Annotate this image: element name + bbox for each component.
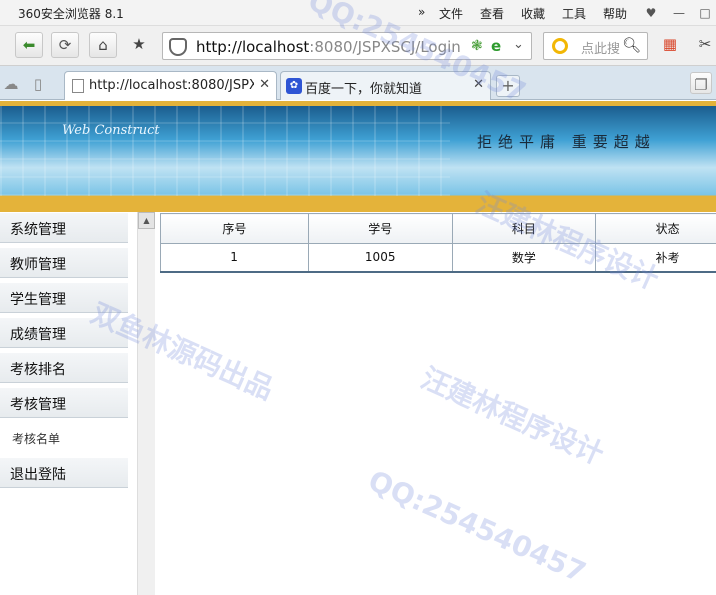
home-icon[interactable]: ⌂ xyxy=(89,32,117,58)
column-header: 序号 xyxy=(160,213,309,244)
tab-localhost[interactable]: http://localhost:8080/JSPXSC ✕ xyxy=(64,71,277,100)
page-icon xyxy=(72,79,84,93)
banner-graphic xyxy=(0,106,450,196)
close-icon[interactable]: ✕ xyxy=(259,77,270,92)
tab-label: 百度一下，你就知道 xyxy=(305,82,423,97)
banner-slogan: 拒绝平庸 重要超越 xyxy=(477,133,656,151)
watermark: 汪建林程序设计 xyxy=(416,361,609,472)
menu-more-icon[interactable]: » xyxy=(418,5,425,19)
cloud-icon[interactable]: ☁ xyxy=(0,72,22,93)
search-icon[interactable]: 🔍︎ xyxy=(622,36,641,54)
scroll-up-icon[interactable]: ▲ xyxy=(138,212,155,229)
sidebar-item-logout[interactable]: 退出登陆 xyxy=(0,457,128,488)
sidebar-item-label: 系统管理 xyxy=(10,222,66,238)
apps-grid-icon[interactable]: ▦ xyxy=(656,32,684,58)
menu-view[interactable]: 查看 xyxy=(480,5,504,22)
tab-baidu[interactable]: ✿ 百度一下，你就知道 ✕ xyxy=(280,71,491,100)
sidebar-item-label: 成绩管理 xyxy=(10,327,66,343)
site-banner: Web Construct 拒绝平庸 重要超越 xyxy=(0,101,716,212)
tab-bar: ☁ ▯ http://localhost:8080/JSPXSC ✕ ✿ 百度一… xyxy=(0,66,716,100)
refresh-icon[interactable]: ⟳ xyxy=(51,32,79,58)
browser-title-bar: 360安全浏览器 8.1 » 文件 查看 收藏 工具 帮助 ♥ — □ xyxy=(0,0,716,26)
sidebar-item-system[interactable]: 系统管理 xyxy=(0,212,128,243)
table-row: 1 1005 数学 补考 xyxy=(160,243,716,273)
tab-list-icon[interactable]: ❐ xyxy=(690,72,712,94)
table-cell: 数学 xyxy=(451,243,597,273)
sidebar-item-assessment[interactable]: 考核管理 xyxy=(0,387,128,418)
sidebar-item-ranking[interactable]: 考核排名 xyxy=(0,352,128,383)
tools-icon[interactable]: ✂ xyxy=(694,32,716,58)
sidebar-item-grades[interactable]: 成绩管理 xyxy=(0,317,128,348)
menu-file[interactable]: 文件 xyxy=(439,5,463,22)
minimize-icon[interactable]: — xyxy=(668,3,690,23)
sidebar-item-label: 考核排名 xyxy=(10,362,66,378)
sidebar-item-teachers[interactable]: 教师管理 xyxy=(0,247,128,278)
menu-help[interactable]: 帮助 xyxy=(603,5,627,22)
sidebar-subitem-assessment-list[interactable]: 考核名单 xyxy=(0,422,128,453)
new-tab-button[interactable]: + xyxy=(496,75,520,97)
main-content: 序号 学号 科目 状态 1 1005 数学 补考 xyxy=(160,213,716,273)
url-path: :8080/JSPXSCJ/Login xyxy=(309,38,461,56)
sidebar-item-students[interactable]: 学生管理 xyxy=(0,282,128,313)
loading-icon: ❃ xyxy=(471,38,483,54)
address-url[interactable]: http://localhost:8080/JSPXSCJ/Login xyxy=(196,38,461,56)
back-arrow-icon[interactable]: ⬅ xyxy=(15,32,43,58)
chevron-down-icon[interactable]: ⌄ xyxy=(513,37,524,52)
sidebar-item-label: 学生管理 xyxy=(10,292,66,308)
url-host: http://localhost xyxy=(196,38,310,56)
tab-label: http://localhost:8080/JSPXSC xyxy=(89,78,254,93)
sidebar-scrollbar[interactable]: ▲ xyxy=(137,212,155,595)
search-engine-icon[interactable] xyxy=(552,38,568,54)
table-cell: 1005 xyxy=(307,243,453,273)
address-bar[interactable]: http://localhost:8080/JSPXSCJ/Login ❃ e … xyxy=(162,32,532,60)
assessment-table: 序号 学号 科目 状态 1 1005 数学 补考 xyxy=(160,213,716,273)
table-cell: 补考 xyxy=(595,243,716,273)
close-icon[interactable]: ✕ xyxy=(473,77,484,92)
watermark: QQ:254540457 xyxy=(363,463,591,590)
baidu-icon: ✿ xyxy=(286,78,302,94)
menu-favorites[interactable]: 收藏 xyxy=(521,5,545,22)
menu-tools[interactable]: 工具 xyxy=(562,5,586,22)
star-icon[interactable]: ★ xyxy=(125,32,153,58)
mobile-icon[interactable]: ▯ xyxy=(30,72,46,93)
ie-mode-icon[interactable]: e xyxy=(491,37,501,55)
table-header-row: 序号 学号 科目 状态 xyxy=(160,213,716,244)
skin-icon[interactable]: ♥ xyxy=(640,3,662,23)
search-input[interactable]: 点此搜 xyxy=(581,38,620,57)
column-header: 学号 xyxy=(307,213,453,244)
sidebar-item-label: 考核管理 xyxy=(10,397,66,413)
table-cell: 1 xyxy=(160,243,309,273)
shield-icon xyxy=(169,38,187,56)
browser-title: 360安全浏览器 8.1 xyxy=(18,7,124,21)
column-header: 状态 xyxy=(595,213,716,244)
sidebar: 系统管理 教师管理 学生管理 成绩管理 考核排名 考核管理 考核名单 退出登陆 … xyxy=(0,212,155,595)
sidebar-item-label: 教师管理 xyxy=(10,257,66,273)
column-header: 科目 xyxy=(451,213,597,244)
navigation-bar: ⬅ ⟳ ⌂ ★ http://localhost:8080/JSPXSCJ/Lo… xyxy=(0,26,716,66)
search-box[interactable]: 点此搜 🔍︎ xyxy=(543,32,648,60)
sidebar-item-label: 退出登陆 xyxy=(10,467,66,483)
banner-web-text: Web Construct xyxy=(62,123,160,138)
sidebar-subitem-label: 考核名单 xyxy=(12,432,61,446)
maximize-icon[interactable]: □ xyxy=(694,3,716,23)
